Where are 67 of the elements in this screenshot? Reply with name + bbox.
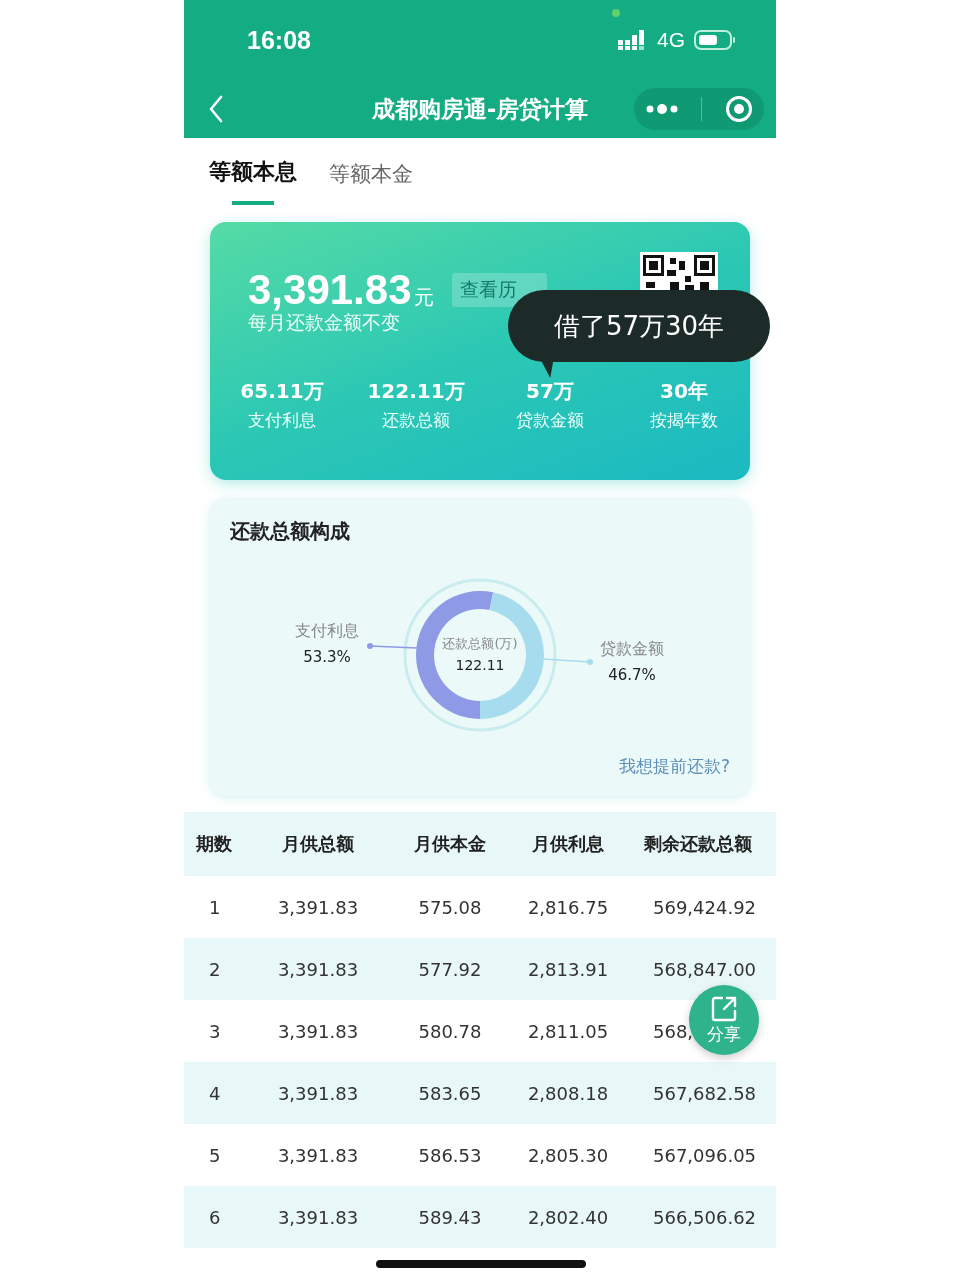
table-cell-text: 2,813.91 — [526, 958, 610, 980]
table-cell-text: 3 — [208, 1020, 222, 1042]
table-cell-text: 583.65 — [417, 1082, 483, 1104]
bubble-text: 借了57万30年 — [553, 309, 725, 343]
monthly-amount: 3,391.83 — [248, 266, 412, 313]
more-icon[interactable] — [645, 103, 680, 115]
stat-value: 122.11万 — [367, 378, 465, 405]
table-cell-text: 2 — [208, 958, 222, 980]
table-cell-text: 3,391.83 — [276, 1144, 360, 1166]
amount-note: 每月还款金额不变 — [248, 311, 400, 335]
table-cell-text: 589.43 — [417, 1206, 483, 1228]
nav-title: 成都购房通-房贷计算 — [370, 94, 590, 124]
table-cell: 568,847.00 — [653, 958, 757, 980]
donut-center-value: 122.11 — [455, 657, 505, 673]
table-cell-text: 2,805.30 — [526, 1144, 610, 1166]
stat-label: 按揭年数 — [650, 409, 718, 432]
indicator-dot-icon — [612, 9, 620, 17]
status-time: 16:08 — [247, 25, 311, 55]
stat-label: 贷款金额 — [516, 409, 584, 432]
slice-name: 支付利息 — [295, 621, 359, 642]
table-cell: 567,682.58 — [653, 1082, 757, 1104]
table-cell-text: 6 — [208, 1206, 222, 1228]
leader-line — [542, 658, 593, 665]
table-cell-text: 3,391.83 — [276, 1020, 360, 1042]
stat-value: 65.11万 — [240, 378, 324, 405]
leader-line — [367, 643, 418, 649]
table-cell: 566,506.62 — [653, 1206, 757, 1228]
table-cell-text: 5 — [208, 1144, 222, 1166]
table-cell-text: 3,391.83 — [276, 1082, 360, 1104]
slice-name: 贷款金额 — [600, 639, 664, 660]
target-icon[interactable] — [724, 95, 753, 123]
stat-value: 57万 — [526, 378, 574, 405]
network-type: 4G — [657, 28, 685, 52]
table-cell-text: 2,802.40 — [526, 1206, 610, 1228]
prepay-link[interactable]: 我想提前还款? — [618, 755, 730, 778]
back-icon[interactable] — [208, 95, 224, 123]
card-title: 还款总额构成 — [230, 518, 351, 545]
slice-percent: 53.3% — [303, 648, 351, 666]
stat-label: 还款总额 — [382, 409, 450, 432]
slice-percent: 46.7% — [608, 666, 656, 684]
donut-center-label: 还款总额(万) — [442, 635, 518, 653]
table-cell-text: 2,811.05 — [526, 1020, 610, 1042]
column-header: 期数 — [195, 832, 233, 856]
stat-value: 30年 — [660, 378, 708, 405]
table-cell-text: 580.78 — [417, 1020, 483, 1042]
table-cell-text: 577.92 — [417, 958, 483, 980]
table-cell-text: 3,391.83 — [276, 896, 360, 918]
tab[interactable]: 等额本金 — [329, 146, 413, 202]
tab[interactable]: 等额本息 — [209, 143, 297, 205]
table-cell-text: 3,391.83 — [276, 958, 360, 980]
table-cell: 567,096.05 — [653, 1144, 757, 1166]
table-cell-text: 2,808.18 — [526, 1082, 610, 1104]
table-cell-text: 2,816.75 — [526, 896, 610, 918]
share-icon — [710, 994, 738, 1023]
amount-unit: 元 — [413, 284, 434, 311]
stat-label: 支付利息 — [248, 409, 316, 432]
column-header: 剩余还款总额 — [643, 832, 753, 856]
column-header: 月供总额 — [281, 832, 355, 856]
column-header: 月供利息 — [531, 832, 605, 856]
table-cell: 569,424.92 — [653, 896, 757, 918]
battery-icon — [694, 30, 736, 50]
column-header: 月供本金 — [413, 832, 487, 856]
table-cell-text: 3,391.83 — [276, 1206, 360, 1228]
table-cell-text: 575.08 — [417, 896, 483, 918]
table-cell-text: 586.53 — [417, 1144, 483, 1166]
table-cell-text: 1 — [208, 896, 222, 918]
table-cell-text: 4 — [208, 1082, 222, 1104]
